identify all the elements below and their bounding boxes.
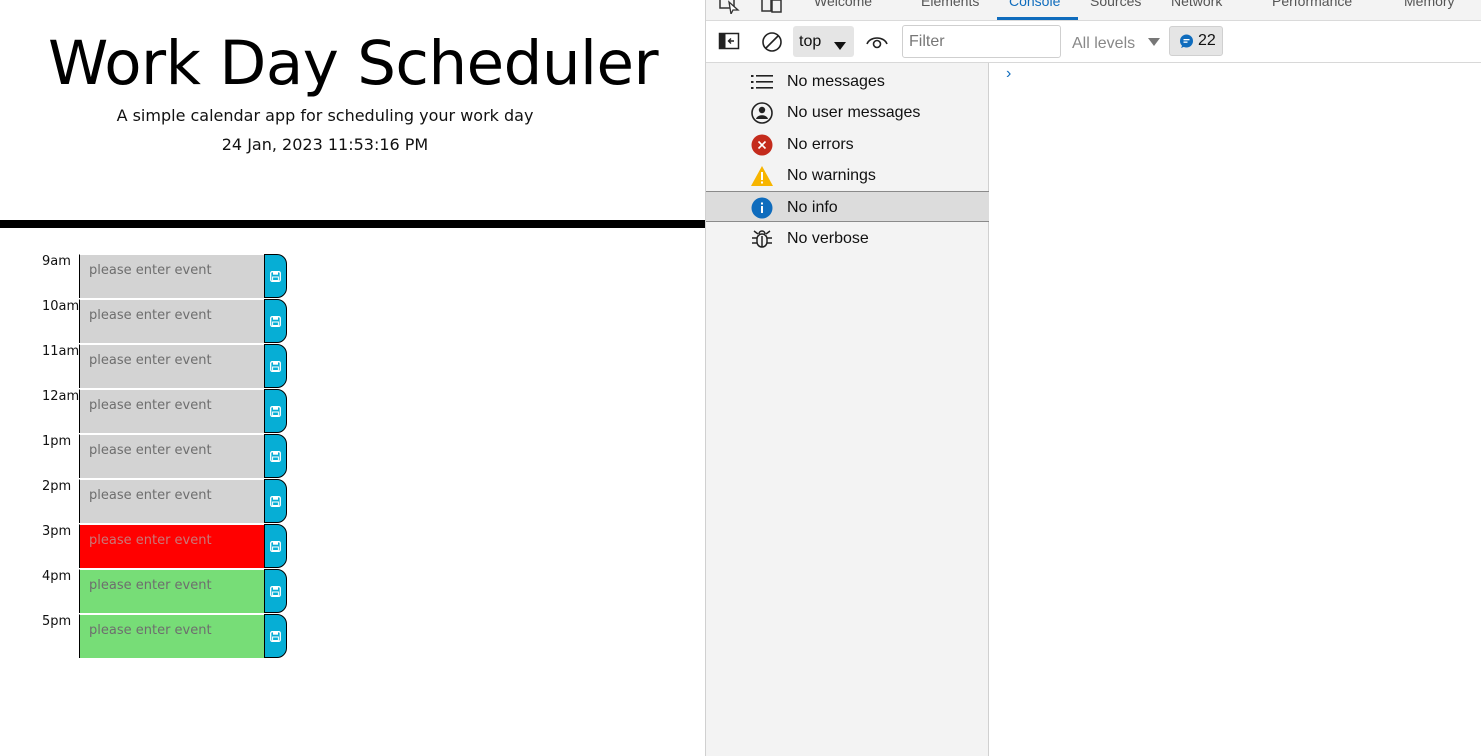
sidebar-item-label: No errors (787, 136, 854, 153)
save-icon (270, 315, 281, 327)
save-icon (270, 360, 281, 372)
save-button[interactable] (264, 254, 287, 298)
tab-welcome[interactable]: Welcome (814, 0, 872, 9)
time-block-row: 5pm (0, 614, 300, 658)
save-icon (270, 630, 281, 642)
time-block-row: 4pm (0, 569, 300, 613)
time-block-row: 11am (0, 344, 300, 388)
hour-label: 4pm (42, 569, 72, 584)
hour-label: 2pm (42, 479, 72, 494)
save-icon (270, 450, 281, 462)
context-selector[interactable]: top (793, 26, 854, 57)
filter-input[interactable] (902, 25, 1061, 58)
current-datetime: 24 Jan, 2023 11:53:16 PM (221, 135, 429, 154)
chevron-down-icon (834, 37, 846, 55)
sidebar-item-warnings[interactable]: No warnings (706, 160, 989, 191)
hour-label: 12am (42, 389, 80, 404)
tab-elements[interactable]: Elements (921, 0, 979, 9)
save-button[interactable] (264, 299, 287, 343)
inspect-icon[interactable] (718, 0, 740, 18)
time-block-row: 3pm (0, 524, 300, 568)
user-icon (750, 101, 774, 125)
sidebar-item-info[interactable]: No info (706, 191, 989, 222)
issues-count: 22 (1198, 32, 1216, 49)
save-button[interactable] (264, 479, 287, 523)
page-subtitle: A simple calendar app for scheduling you… (116, 106, 534, 125)
sidebar-item-messages[interactable]: No messages (706, 66, 989, 97)
save-icon (270, 270, 281, 282)
sidebar-item-label: No user messages (787, 104, 921, 121)
devtools-panel: Welcome Elements Console Sources Network… (705, 0, 1481, 756)
tab-memory[interactable]: Memory (1404, 0, 1455, 9)
page-title: Work Day Scheduler (48, 28, 659, 99)
console-toolbar: top All levels 22 (706, 21, 1481, 63)
log-levels-label: All levels (1072, 35, 1136, 52)
event-input[interactable] (79, 434, 265, 478)
event-input[interactable] (79, 479, 265, 523)
event-input[interactable] (79, 524, 265, 568)
console-sidebar: No messages No user messages No errors N… (706, 63, 989, 756)
hour-label: 11am (42, 344, 80, 359)
console-prompt-chevron[interactable]: › (1006, 65, 1011, 83)
sidebar-item-errors[interactable]: No errors (706, 129, 989, 160)
tab-console[interactable]: Console (1009, 0, 1060, 9)
bug-icon (750, 227, 774, 251)
context-label: top (799, 33, 822, 50)
save-icon (270, 540, 281, 552)
tab-sources[interactable]: Sources (1090, 0, 1141, 9)
save-icon (270, 405, 281, 417)
issues-badge[interactable]: 22 (1169, 26, 1223, 56)
sidebar-item-verbose[interactable]: No verbose (706, 223, 989, 254)
time-block-row: 12am (0, 389, 300, 433)
time-block-row: 1pm (0, 434, 300, 478)
sidebar-item-label: No warnings (787, 167, 876, 184)
time-block-row: 10am (0, 299, 300, 343)
save-button[interactable] (264, 344, 287, 388)
clear-console-icon[interactable] (760, 30, 784, 58)
save-button[interactable] (264, 614, 287, 658)
sidebar-item-label: No messages (787, 73, 885, 90)
devtools-tab-bar: Welcome Elements Console Sources Network… (706, 0, 1481, 21)
event-input[interactable] (79, 254, 265, 298)
hour-label: 10am (42, 299, 80, 314)
save-button[interactable] (264, 569, 287, 613)
hour-label: 1pm (42, 434, 72, 449)
chevron-down-icon (1147, 33, 1160, 51)
event-input[interactable] (79, 344, 265, 388)
header-divider (0, 220, 705, 228)
warning-icon (750, 164, 774, 188)
event-input[interactable] (79, 389, 265, 433)
save-button[interactable] (264, 434, 287, 478)
save-button[interactable] (264, 389, 287, 433)
device-toolbar-icon[interactable] (760, 0, 784, 18)
hour-label: 9am (42, 254, 71, 269)
event-input[interactable] (79, 569, 265, 613)
sidebar-item-user-messages[interactable]: No user messages (706, 97, 989, 128)
save-icon (270, 585, 281, 597)
tab-network[interactable]: Network (1171, 0, 1222, 9)
time-block-row: 2pm (0, 479, 300, 523)
list-icon (750, 70, 774, 94)
tab-performance[interactable]: Performance (1272, 0, 1352, 9)
save-icon (270, 495, 281, 507)
hour-label: 5pm (42, 614, 72, 629)
live-expression-eye-icon[interactable] (865, 30, 889, 58)
active-tab-indicator (997, 17, 1078, 20)
message-bubble-icon (1179, 34, 1194, 54)
sidebar-item-label: No info (787, 199, 838, 216)
time-block-row: 9am (0, 254, 300, 298)
sidebar-item-label: No verbose (787, 230, 869, 247)
event-input[interactable] (79, 299, 265, 343)
log-levels-dropdown[interactable]: All levels (1072, 33, 1160, 53)
scheduler-app: Work Day Scheduler A simple calendar app… (0, 0, 705, 756)
error-icon (750, 133, 774, 157)
hour-label: 3pm (42, 524, 72, 539)
event-input[interactable] (79, 614, 265, 658)
save-button[interactable] (264, 524, 287, 568)
info-icon (750, 196, 774, 220)
console-output[interactable]: › (990, 63, 1481, 756)
sidebar-toggle-icon[interactable] (718, 31, 740, 55)
